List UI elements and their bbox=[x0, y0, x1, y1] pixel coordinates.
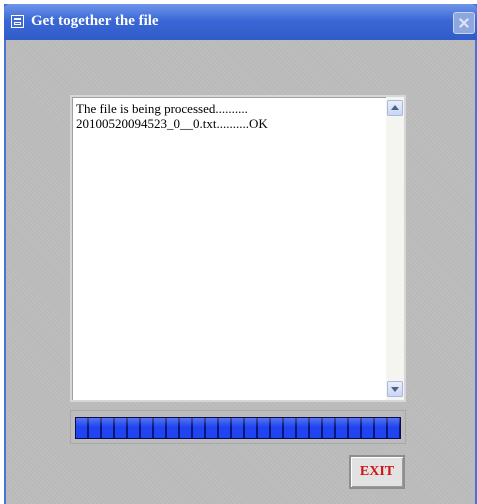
title-bar[interactable]: Get together the file bbox=[4, 4, 477, 40]
scroll-up-button[interactable] bbox=[387, 100, 403, 116]
scroll-down-button[interactable] bbox=[387, 381, 403, 397]
window-client-area: The file is being processed.......... 20… bbox=[6, 40, 475, 504]
chevron-down-icon bbox=[391, 387, 399, 392]
window-title: Get together the file bbox=[31, 13, 159, 29]
app-icon bbox=[11, 15, 24, 28]
log-textbox[interactable]: The file is being processed.......... 20… bbox=[70, 95, 406, 402]
progress-fill bbox=[76, 418, 400, 438]
chevron-up-icon bbox=[391, 105, 399, 110]
progress-bar bbox=[70, 410, 406, 444]
app-window: Get together the file The file is being … bbox=[4, 4, 477, 504]
log-content: The file is being processed.......... 20… bbox=[76, 101, 384, 131]
log-line: The file is being processed.......... bbox=[76, 101, 248, 116]
close-button[interactable] bbox=[453, 12, 475, 34]
log-line: 20100520094523_0__0.txt..........OK bbox=[76, 116, 268, 131]
exit-button[interactable]: EXIT bbox=[349, 455, 405, 489]
vertical-scrollbar[interactable] bbox=[386, 97, 404, 400]
progress-track bbox=[75, 417, 401, 439]
